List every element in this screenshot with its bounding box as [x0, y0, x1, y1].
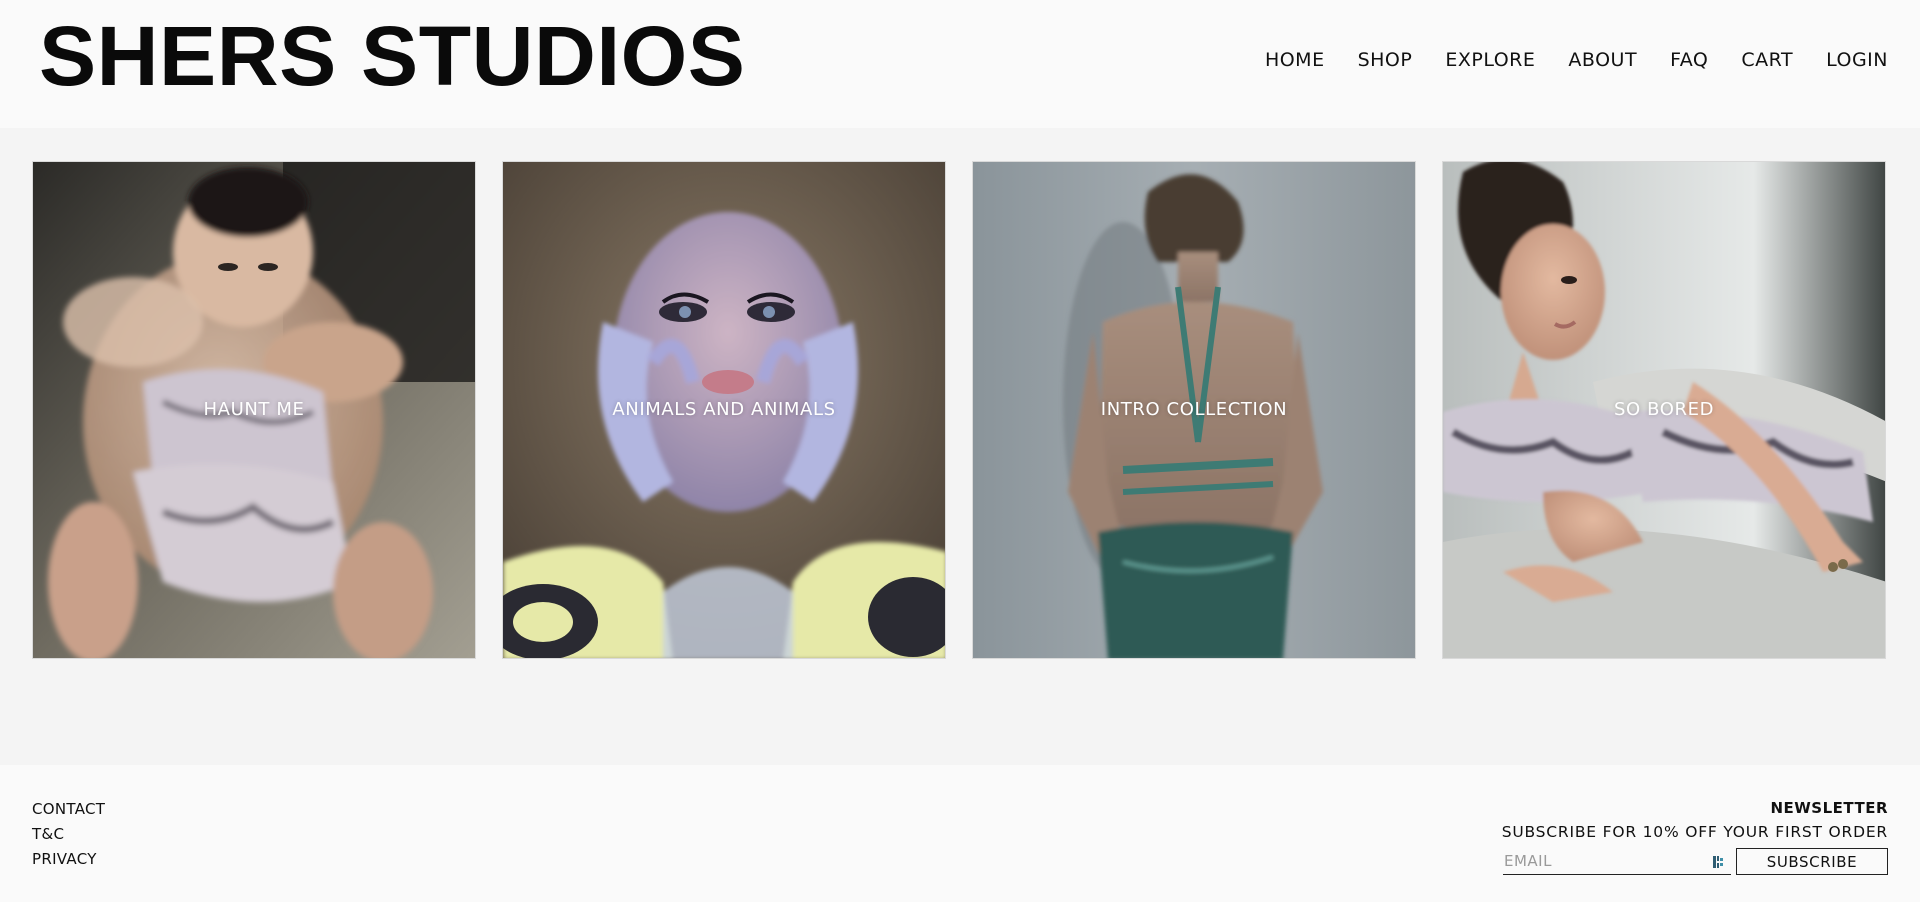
collection-title: INTRO COLLECTION — [1100, 399, 1288, 420]
password-manager-icon[interactable] — [1713, 855, 1725, 869]
nav-explore[interactable]: EXPLORE — [1445, 48, 1535, 72]
newsletter-heading: NEWSLETTER — [1770, 799, 1888, 817]
footer-link-contact[interactable]: CONTACT — [32, 800, 105, 818]
collection-card-haunt-me[interactable]: HAUNT ME — [32, 161, 476, 659]
email-field[interactable] — [1503, 848, 1731, 874]
brand-logo[interactable]: SHERS STUDIOS — [39, 14, 745, 98]
collection-gallery: HAUNT ME ANIMALS AND ANIMALS INTRO COLLE… — [32, 161, 1886, 659]
collection-title: ANIMALS AND ANIMALS — [612, 399, 836, 420]
nav-login[interactable]: LOGIN — [1826, 48, 1888, 72]
email-field-wrapper — [1503, 848, 1731, 875]
nav-cart[interactable]: CART — [1741, 48, 1793, 72]
footer-link-privacy[interactable]: PRIVACY — [32, 850, 105, 868]
nav-about[interactable]: ABOUT — [1568, 48, 1637, 72]
newsletter-tagline: SUBSCRIBE FOR 10% OFF YOUR FIRST ORDER — [1501, 823, 1888, 841]
site-footer: CONTACT T&C PRIVACY NEWSLETTER SUBSCRIBE… — [0, 765, 1920, 902]
main-nav: HOME SHOP EXPLORE ABOUT FAQ CART LOGIN — [1265, 48, 1888, 72]
nav-home[interactable]: HOME — [1265, 48, 1325, 72]
collection-card-intro-collection[interactable]: INTRO COLLECTION — [972, 161, 1416, 659]
collection-title: HAUNT ME — [203, 399, 305, 420]
subscribe-button[interactable]: SUBSCRIBE — [1736, 848, 1888, 875]
footer-links: CONTACT T&C PRIVACY — [32, 800, 105, 868]
collection-card-so-bored[interactable]: SO BORED — [1442, 161, 1886, 659]
site-header: SHERS STUDIOS HOME SHOP EXPLORE ABOUT FA… — [0, 0, 1920, 128]
collection-title: SO BORED — [1613, 399, 1715, 420]
newsletter-form: SUBSCRIBE — [1502, 848, 1888, 875]
footer-link-terms[interactable]: T&C — [32, 825, 105, 843]
collection-card-animals-and-animals[interactable]: ANIMALS AND ANIMALS — [502, 161, 946, 659]
nav-faq[interactable]: FAQ — [1670, 48, 1708, 72]
newsletter-section: NEWSLETTER SUBSCRIBE FOR 10% OFF YOUR FI… — [1502, 798, 1888, 875]
nav-shop[interactable]: SHOP — [1358, 48, 1413, 72]
